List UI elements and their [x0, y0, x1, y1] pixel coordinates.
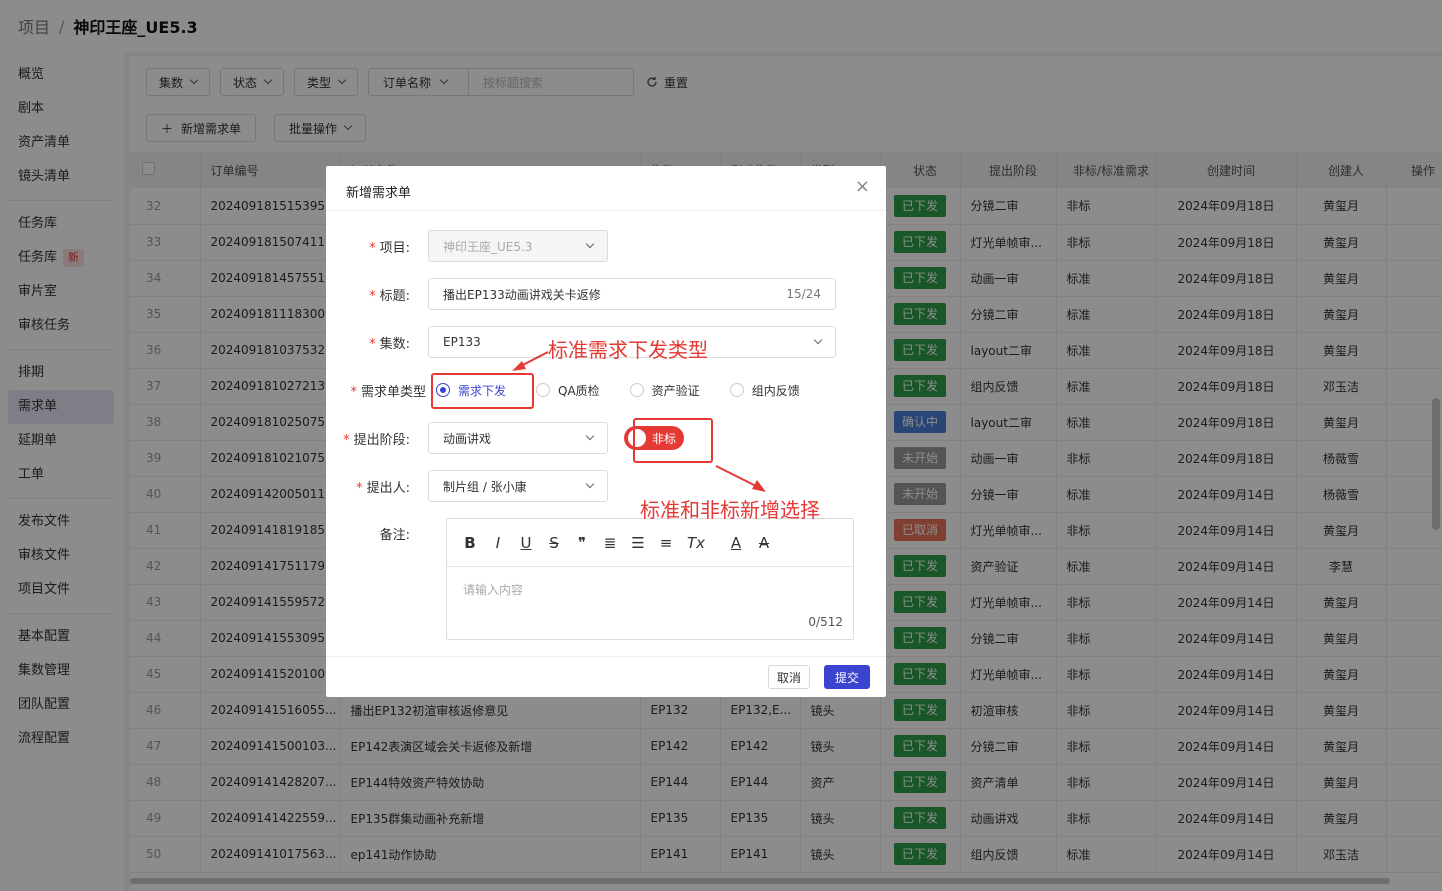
annotation-toggle: 标准和非标新增选择 — [640, 498, 820, 522]
arrow-head-2 — [752, 480, 766, 492]
annotation-type: 标准需求下发类型 — [548, 338, 708, 362]
arrow-head-1 — [512, 361, 526, 371]
annotation-arrows — [512, 351, 766, 492]
arrow-line-2 — [715, 465, 761, 489]
